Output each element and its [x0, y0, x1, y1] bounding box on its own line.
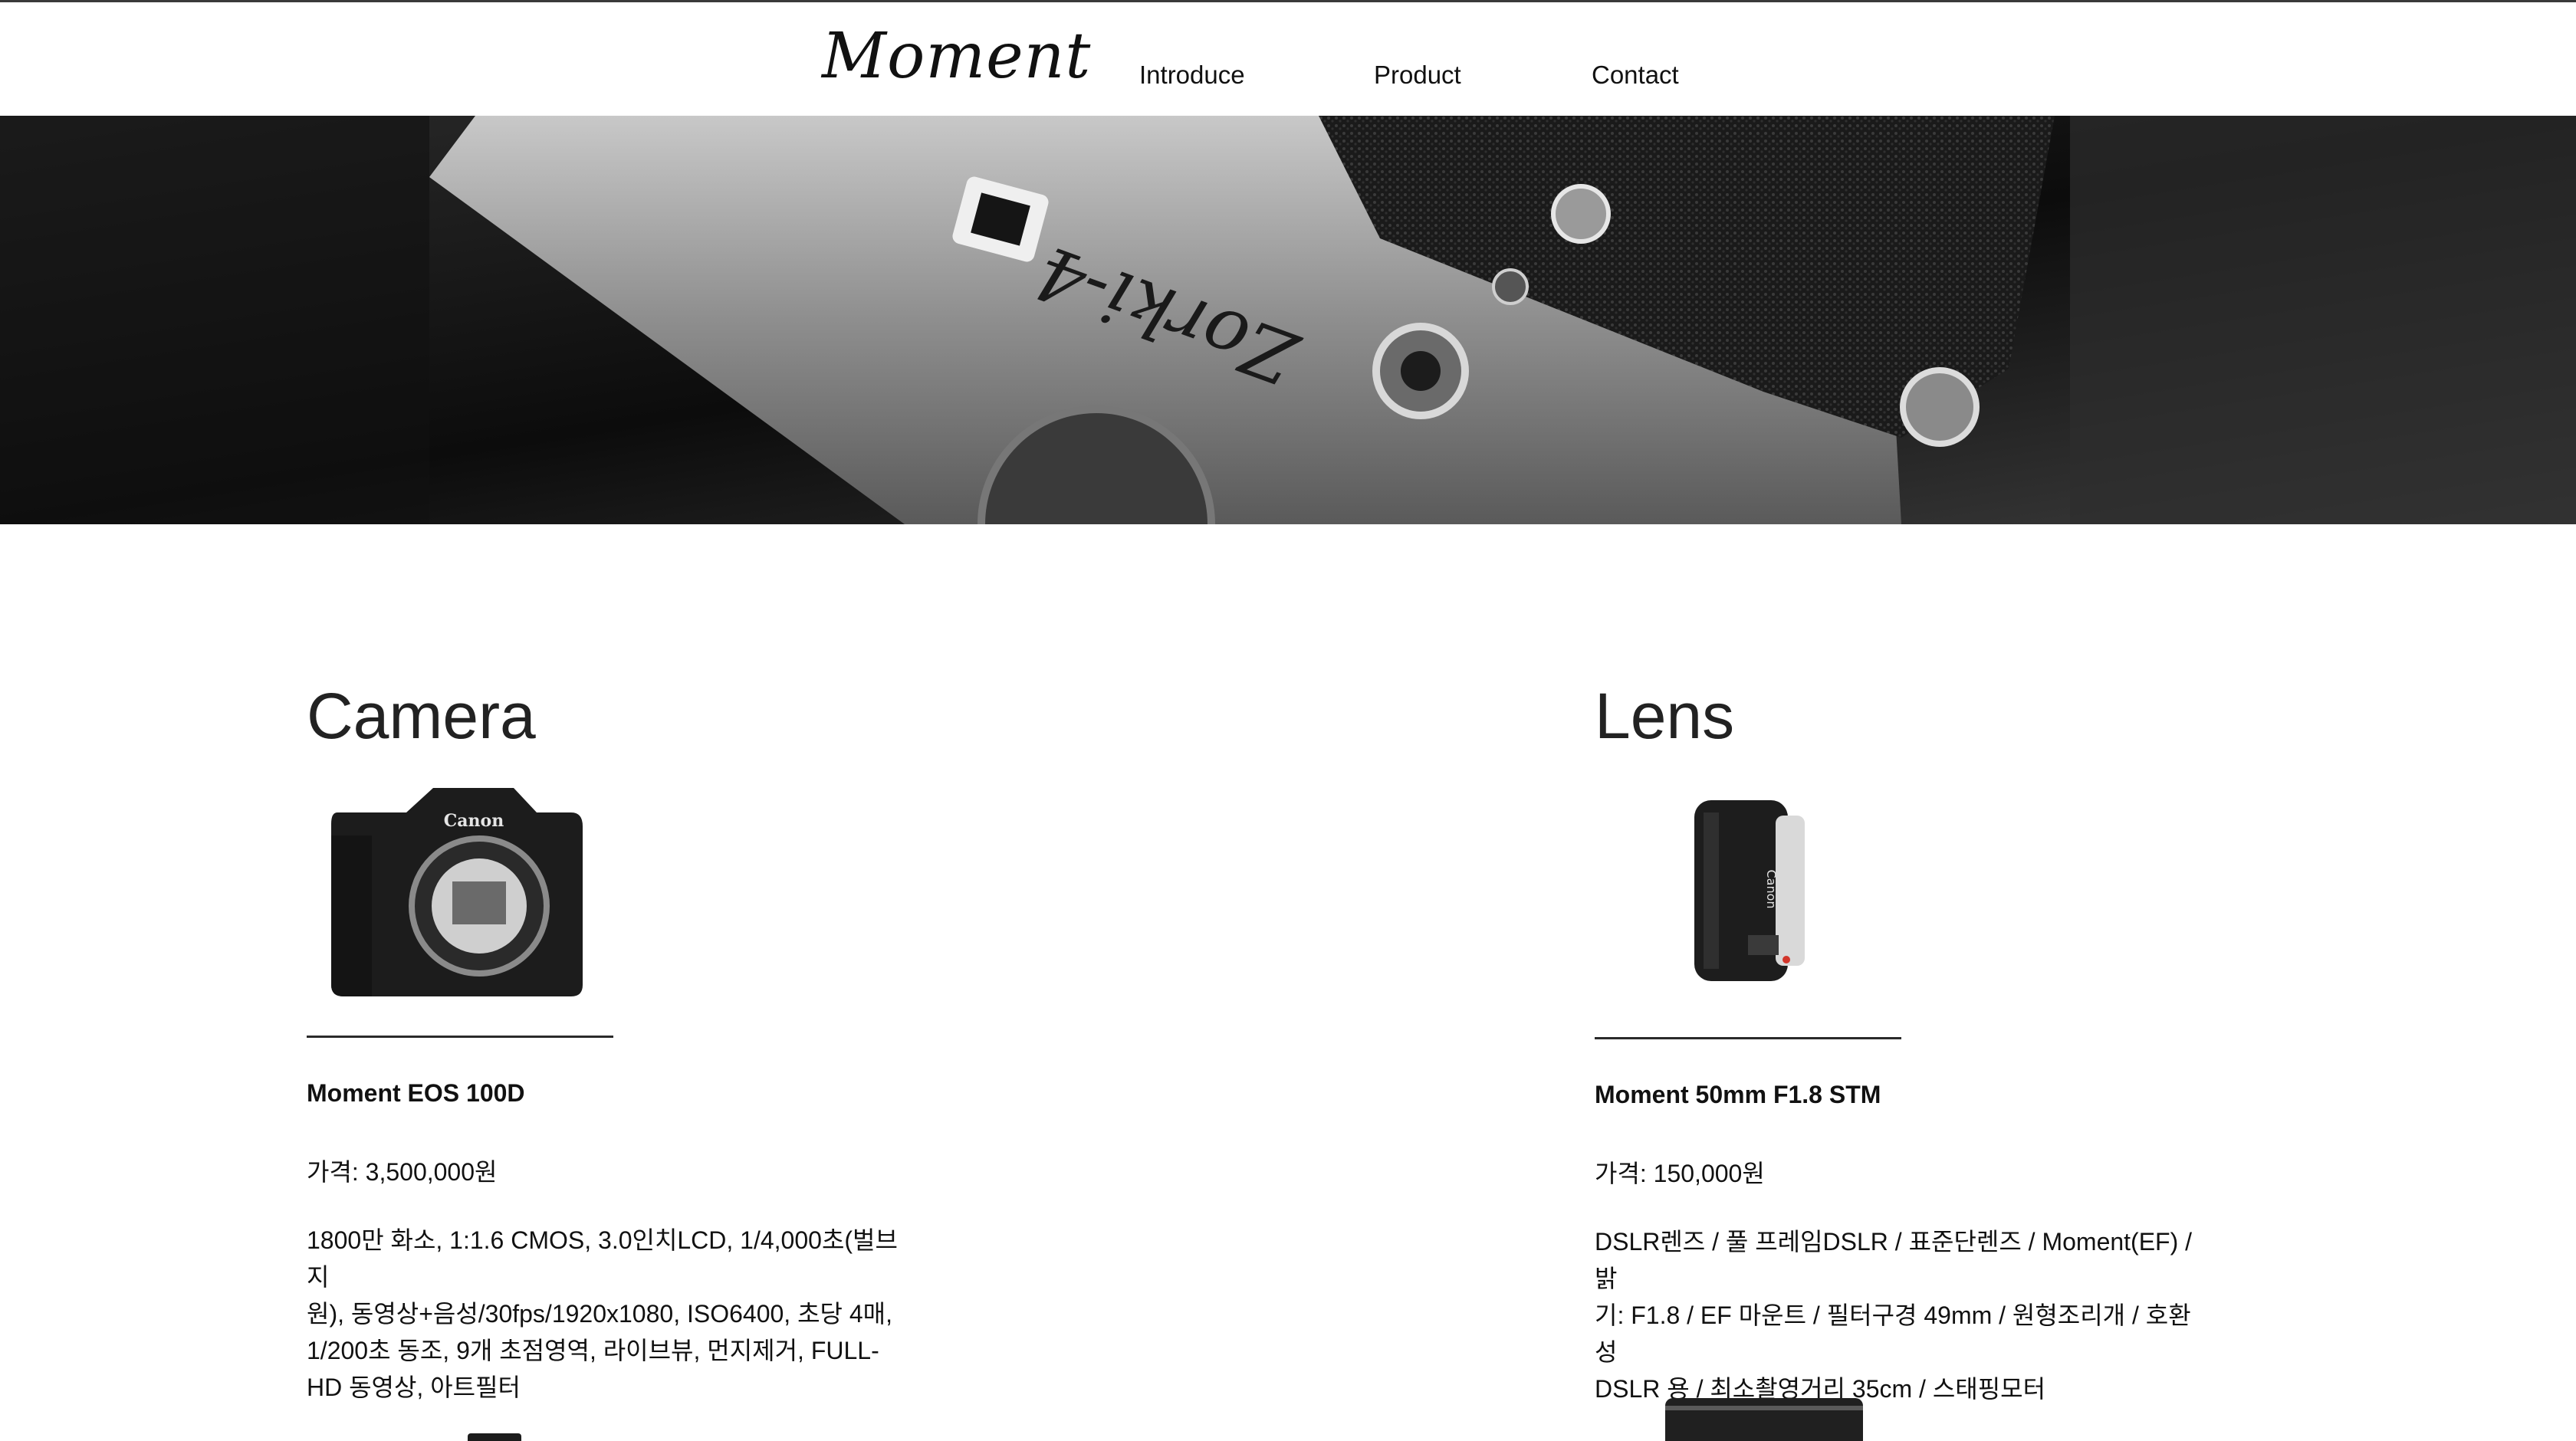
- product-name-lens: Moment 50mm F1.8 STM: [1595, 1081, 1881, 1108]
- product-description-camera: 1800만 화소, 1:1.6 CMOS, 3.0인치LCD, 1/4,000초…: [307, 1226, 898, 1401]
- product-price-lens: 가격: 150,000원: [1595, 1160, 1765, 1187]
- nav-contact[interactable]: Contact: [1592, 61, 1679, 90]
- product-price-camera: 가격: 3,500,000원: [307, 1158, 498, 1186]
- camera-lens-icon: Canon: [1694, 800, 1805, 981]
- next-lens-image-peek: [1665, 1398, 1863, 1441]
- svg-text:Canon: Canon: [444, 811, 504, 831]
- camera-product-image[interactable]: Canon: [307, 766, 613, 1019]
- nav-introduce[interactable]: Introduce: [1139, 61, 1245, 90]
- section-title-camera: Camera: [307, 680, 536, 752]
- hero-banner-image: Zorki-4: [0, 116, 2576, 524]
- product-divider: [307, 1036, 613, 1038]
- vintage-camera-photo: Zorki-4: [0, 116, 2576, 524]
- site-header: Moment Introduce Product Contact: [0, 2, 2576, 116]
- product-description-lens: DSLR렌즈 / 풀 프레임DSLR / 표준단렌즈 / Moment(EF) …: [1595, 1228, 2193, 1403]
- svg-text:Canon: Canon: [1764, 869, 1779, 908]
- product-divider: [1595, 1037, 1901, 1039]
- dslr-camera-icon: Canon: [331, 788, 583, 996]
- nav-product[interactable]: Product: [1374, 61, 1461, 90]
- lens-product-image[interactable]: Canon: [1595, 766, 1901, 1019]
- next-camera-image-peek: [468, 1433, 521, 1441]
- product-name-camera: Moment EOS 100D: [307, 1079, 525, 1107]
- site-logo[interactable]: Moment: [822, 25, 1091, 88]
- section-title-lens: Lens: [1595, 680, 1735, 752]
